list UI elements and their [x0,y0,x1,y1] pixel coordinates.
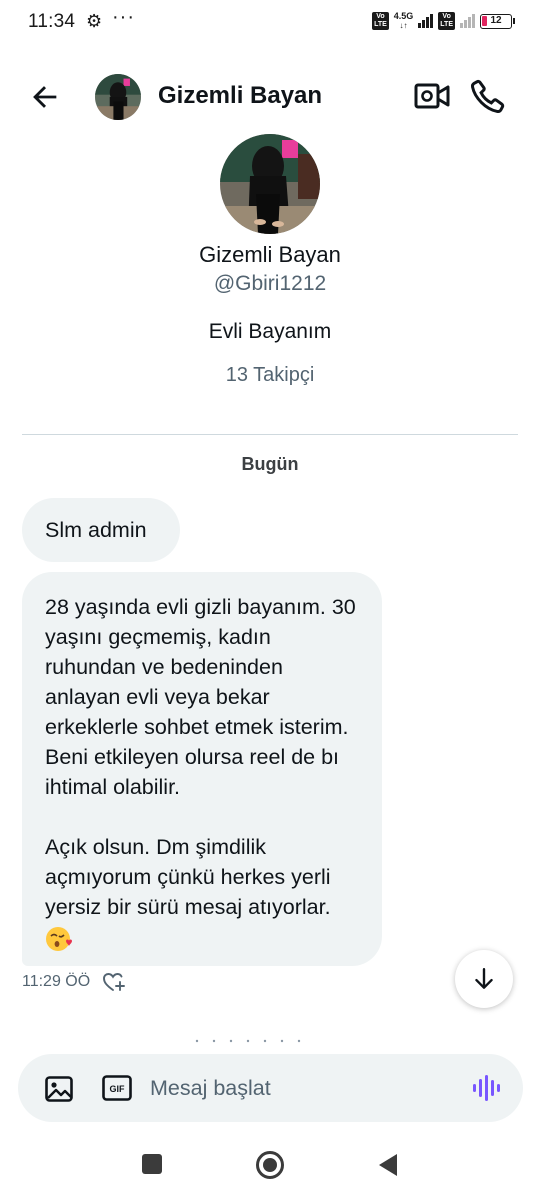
signal-icon [418,14,434,28]
back-arrow-icon[interactable] [28,80,62,114]
message-text: Slm admin [45,518,147,542]
profile-avatar[interactable] [220,134,320,234]
status-time: 11:34 [28,11,76,32]
scroll-to-bottom-button[interactable] [455,950,513,1008]
status-bar: 11:34 ⚙ ··· Vo LTE 4.5G ↓↑ Vo LTE 12 [0,0,540,44]
profile-bio: Evli Bayanım [208,320,332,343]
network-type: 4.5G ↓↑ [393,11,414,31]
kissing-heart-emoji-icon [46,927,72,952]
message-bubble[interactable]: 28 yaşında evli gizli bayanım. 30 yaşını… [22,572,382,966]
home-button[interactable] [256,1151,284,1179]
image-icon[interactable] [44,1074,74,1104]
arrow-down-icon [475,968,493,989]
message-bubble[interactable]: Slm admin [22,498,180,562]
svg-text:GIF: GIF [110,1084,126,1094]
date-separator: Bugün [241,454,299,474]
message-text: 28 yaşında evli gizli bayanım. 30 yaşını… [45,595,356,799]
phone-call-icon[interactable] [470,78,506,114]
add-reaction-heart-icon[interactable] [102,971,126,993]
volte-icon-2: Vo LTE [438,12,455,30]
message-text: Açık olsun. Dm şimdilik açmıyorum çünkü … [45,832,362,953]
divider [22,434,518,435]
profile-name: Gizemli Bayan [199,242,341,267]
system-navigation-bar [0,1130,540,1200]
message-composer: GIF [18,1054,523,1122]
profile-handle[interactable]: @Gbiri1212 [0,272,540,296]
gif-button[interactable]: GIF [102,1075,132,1101]
avatar-image [95,74,141,120]
more-notifications-icon: ··· [112,6,135,28]
battery-icon: 12 [480,13,515,29]
typing-indicator [195,1039,301,1043]
profile-avatar-image [220,134,320,234]
message-timestamp: 11:29 ÖÖ [22,973,91,990]
conversation-header: Gizemli Bayan [0,60,540,132]
message-input[interactable] [150,1068,450,1108]
recents-button[interactable] [142,1154,162,1174]
volte-icon: Vo LTE [372,12,389,30]
settings-notification-icon: ⚙ [86,11,103,31]
gif-icon: GIF [102,1075,132,1101]
profile-followers[interactable]: 13 Takipçi [0,364,540,387]
video-call-icon[interactable] [414,80,450,112]
signal-icon-2 [460,14,475,28]
header-avatar[interactable] [95,74,141,120]
status-indicators: Vo LTE 4.5G ↓↑ Vo LTE 12 [372,11,515,31]
header-name[interactable]: Gizemli Bayan [158,82,322,110]
voice-message-icon[interactable] [470,1072,504,1104]
message-meta: 11:29 ÖÖ [22,970,126,994]
back-triangle-icon[interactable] [378,1153,398,1177]
